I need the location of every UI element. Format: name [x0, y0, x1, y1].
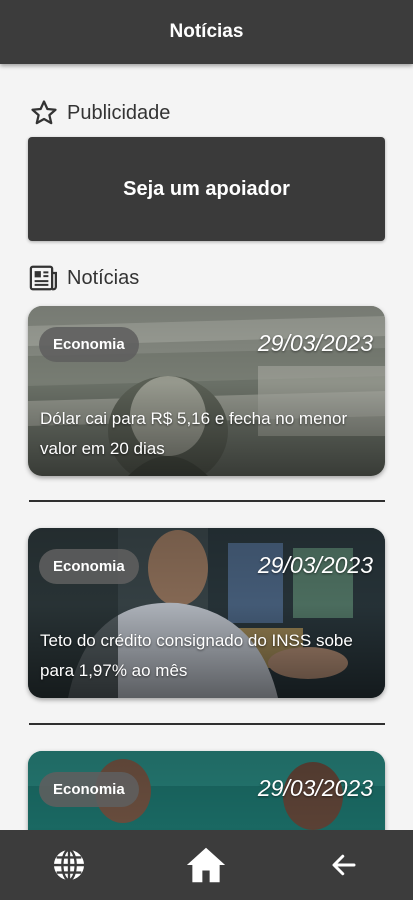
news-section-title: Notícias	[67, 266, 140, 289]
support-banner-button[interactable]: Seja um apoiador	[28, 137, 385, 241]
news-card[interactable]: Economia 29/03/2023 Dólar cai para R$ 5,…	[28, 306, 385, 476]
newspaper-icon	[29, 264, 59, 292]
app-screen: Notícias Publicidade Seja um apoiador No…	[0, 0, 413, 900]
news-headline: Dólar cai para R$ 5,16 e fecha no menor …	[40, 409, 348, 458]
category-chip[interactable]: Economia	[39, 549, 139, 584]
news-divider	[29, 723, 385, 725]
app-bar: Notícias	[0, 0, 413, 64]
bottom-navigation	[0, 830, 413, 900]
ads-section-title: Publicidade	[67, 101, 171, 124]
news-card[interactable]: Economia 29/03/2023 Teto do crédito cons…	[28, 528, 385, 698]
news-card[interactable]: Economia 29/03/2023	[28, 751, 385, 830]
star-outline-icon	[29, 98, 59, 128]
category-chip[interactable]: Economia	[39, 327, 139, 362]
news-date: 29/03/2023	[257, 330, 373, 356]
category-chip[interactable]: Economia	[39, 772, 139, 807]
news-headline: Teto do crédito consignado do INSS sobe …	[40, 631, 353, 680]
home-button[interactable]	[176, 835, 236, 895]
news-date: 29/03/2023	[257, 775, 373, 801]
home-icon	[184, 845, 228, 885]
ads-section-header: Publicidade	[29, 98, 170, 128]
globe-icon	[50, 846, 88, 884]
globe-button[interactable]	[39, 835, 99, 895]
arrow-left-icon	[329, 850, 359, 880]
main-content[interactable]: Publicidade Seja um apoiador Notícias Ec…	[0, 64, 413, 830]
support-banner-label: Seja um apoiador	[123, 177, 290, 200]
news-divider	[29, 500, 385, 502]
page-title: Notícias	[169, 21, 244, 42]
news-section-header: Notícias	[29, 264, 139, 292]
back-button[interactable]	[314, 835, 374, 895]
news-date: 29/03/2023	[257, 552, 373, 578]
